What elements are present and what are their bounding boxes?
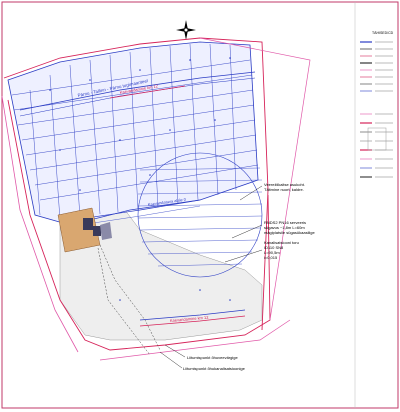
annotation-1: Veerežiikaitse asukoht. Täitmine nuort, … — [264, 182, 305, 192]
north-arrow-icon — [176, 20, 196, 40]
svg-text:mägiplatsile sügasükaasilige: mägiplatsile sügasükaasilige — [264, 230, 315, 235]
legend-sample-box — [367, 127, 387, 151]
svg-text:Liitumispunkt õhukanalisatsioo: Liitumispunkt õhukanalisatsioonige — [183, 366, 246, 371]
site-plan-map: Pärnu - Tallinn - Pärnu tugimaanteel Kae… — [1, 1, 399, 409]
annotation-2: RNDS2 PN16 serveeris sügavus ~1,8m L=60m… — [264, 220, 315, 235]
legend-title: TÄHISED/CD — [372, 31, 394, 35]
annotation-4: Liitumispunkt õhuveevärgige — [187, 355, 238, 360]
svg-text:Täitmine nuort, kaldre.: Täitmine nuort, kaldre. — [264, 187, 304, 192]
annotation-5: Liitumispunkt õhukanalisatsioonige — [183, 366, 246, 371]
annotation-3: Kanalisatsiooni toru ID110 SN8 L=90,5m i… — [264, 240, 299, 260]
svg-text:Liitumispunkt õhuveevärgige: Liitumispunkt õhuveevärgige — [187, 355, 238, 360]
svg-text:i=0,015: i=0,015 — [264, 255, 278, 260]
contour-lines — [7, 41, 259, 226]
legend-panel: TÄHISED/CD — [360, 31, 394, 178]
